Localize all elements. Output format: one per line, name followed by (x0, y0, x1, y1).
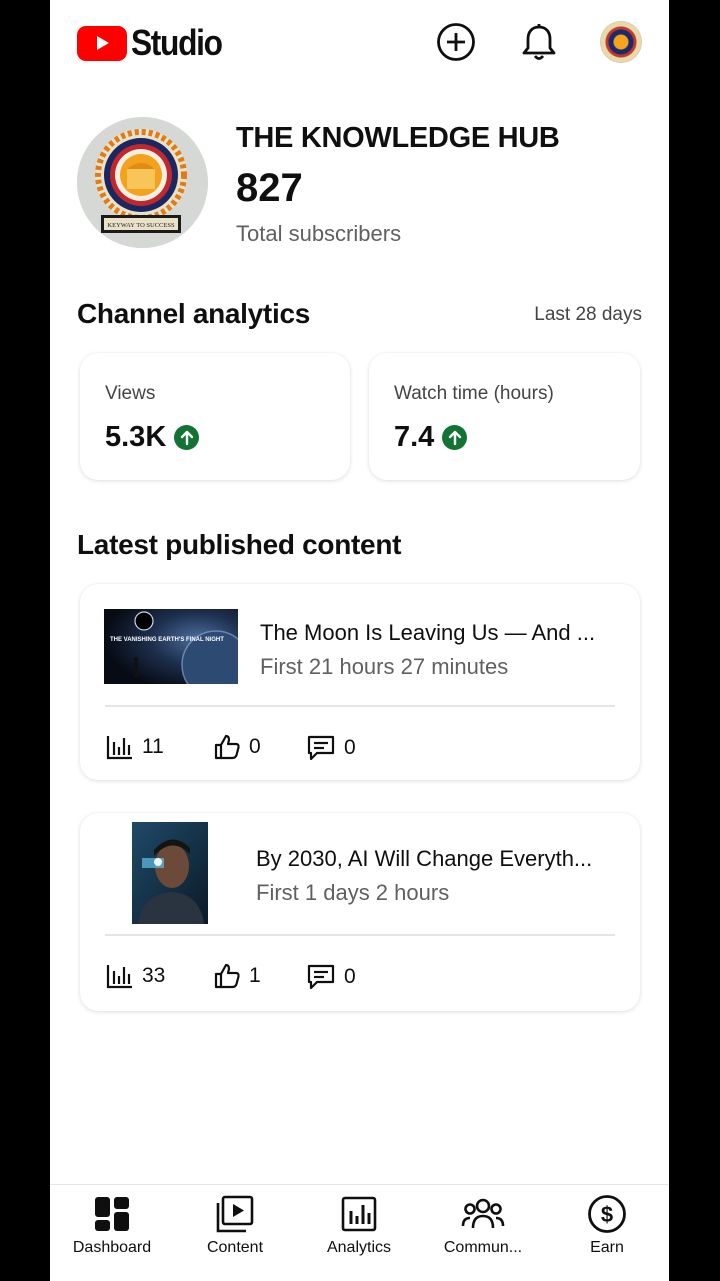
content-icon (216, 1193, 254, 1235)
views-value: 5.3K (105, 421, 167, 453)
watch-time-value: 7.4 (394, 421, 435, 453)
create-button[interactable] (434, 20, 478, 64)
watch-time-card[interactable]: Watch time (hours) 7.4 (369, 353, 640, 480)
trend-up-icon (442, 425, 468, 450)
analytics-range[interactable]: Last 28 days (534, 304, 642, 326)
nav-label: Earn (590, 1239, 624, 1256)
divider (105, 934, 615, 936)
latest-content-title: Latest published content (77, 529, 402, 560)
comment-icon (307, 735, 335, 761)
content-card-2[interactable]: By 2030, AI Will Change Everyth... First… (80, 813, 640, 1011)
trend-up-icon (174, 425, 200, 450)
comments-count: 0 (344, 736, 356, 759)
analytics-icon (341, 1193, 377, 1235)
views-value-row: 5.3K (105, 421, 200, 454)
channel-name: THE KNOWLEDGE HUB (236, 122, 560, 154)
svg-text:THE VANISHING EARTH'S FINAL NI: THE VANISHING EARTH'S FINAL NIGHT (110, 637, 224, 643)
nav-label: Dashboard (72, 1239, 152, 1256)
nav-content[interactable]: Content (180, 1193, 290, 1257)
nav-label: Analytics (326, 1239, 392, 1256)
plus-circle-icon (437, 23, 475, 61)
comments-metric: 0 (306, 963, 356, 991)
channel-logo-image: KEYWAY TO SUCCESS (77, 117, 208, 248)
views-card[interactable]: Views 5.3K (80, 353, 350, 480)
views-metric: 33 (106, 963, 165, 989)
watch-time-label: Watch time (hours) (394, 383, 554, 404)
earn-icon: $ (587, 1193, 627, 1235)
top-bar: Studio (50, 0, 669, 84)
community-icon (461, 1193, 505, 1235)
subscriber-label: Total subscribers (236, 221, 402, 246)
bar-chart-icon (106, 736, 132, 760)
video-thumbnail[interactable]: THE VANISHING EARTH'S FINAL NIGHT (104, 609, 238, 684)
views-count: 33 (142, 964, 166, 987)
comments-metric: 0 (306, 734, 356, 762)
video-title[interactable]: By 2030, AI Will Change Everyth... (256, 846, 592, 872)
studio-app: Studio KEYWAY TO SUCCESS THE KNOWLEDGE H… (50, 0, 669, 1281)
comment-icon (307, 964, 335, 990)
youtube-play-icon (77, 25, 127, 61)
nav-earn[interactable]: $ Earn (552, 1193, 662, 1257)
views-count: 11 (142, 735, 164, 758)
channel-analytics-title: Channel analytics (77, 298, 310, 329)
notifications-button[interactable] (517, 20, 561, 64)
views-label: Views (105, 383, 156, 404)
nav-label: Content (206, 1239, 264, 1256)
bell-icon (522, 24, 556, 60)
channel-avatar[interactable]: KEYWAY TO SUCCESS (77, 117, 208, 248)
divider (105, 705, 615, 707)
studio-logo[interactable]: Studio (77, 22, 234, 64)
likes-metric: 0 (213, 733, 261, 761)
dashboard-icon (94, 1193, 130, 1235)
svg-text:KEYWAY TO SUCCESS: KEYWAY TO SUCCESS (107, 222, 175, 229)
nav-label: Commun... (443, 1239, 523, 1256)
video-thumbnail[interactable] (132, 822, 208, 924)
account-avatar[interactable] (600, 21, 642, 63)
bar-chart-icon (106, 965, 132, 989)
nav-dashboard[interactable]: Dashboard (57, 1193, 167, 1257)
thumbs-up-icon (214, 734, 240, 760)
likes-metric: 1 (213, 962, 261, 990)
logo-text: Studio (131, 22, 223, 63)
video-title[interactable]: The Moon Is Leaving Us — And ... (260, 620, 595, 646)
likes-count: 1 (249, 964, 261, 987)
content-card-1[interactable]: THE VANISHING EARTH'S FINAL NIGHT The Mo… (80, 584, 640, 780)
nav-analytics[interactable]: Analytics (304, 1193, 414, 1257)
watch-time-value-row: 7.4 (394, 421, 468, 454)
comments-count: 0 (344, 965, 356, 988)
video-meta: First 21 hours 27 minutes (260, 654, 509, 679)
views-metric: 11 (106, 734, 164, 760)
bottom-nav: Dashboard Content Analytics Commun... $ … (50, 1184, 669, 1281)
subscriber-count: 827 (236, 166, 303, 210)
likes-count: 0 (249, 735, 261, 758)
svg-text:$: $ (601, 1202, 613, 1227)
nav-community[interactable]: Commun... (428, 1193, 538, 1257)
video-meta: First 1 days 2 hours (256, 880, 450, 905)
thumbs-up-icon (214, 963, 240, 989)
